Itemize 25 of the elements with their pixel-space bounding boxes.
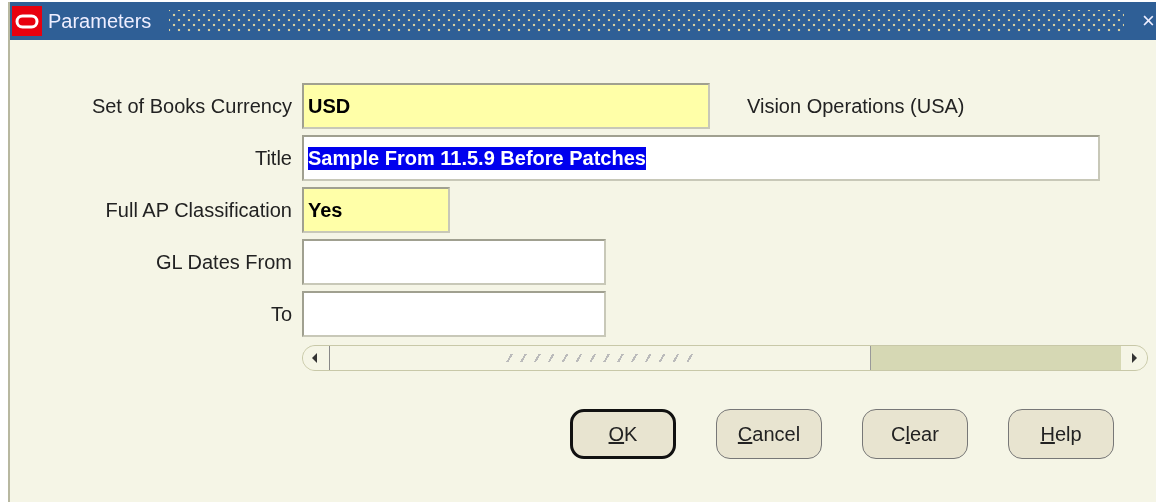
scroll-thumb[interactable] bbox=[329, 346, 871, 370]
scroll-right-icon[interactable] bbox=[1121, 346, 1147, 370]
field-value: Yes bbox=[308, 198, 343, 222]
input-field[interactable] bbox=[302, 291, 606, 337]
scroll-left-icon[interactable] bbox=[303, 346, 329, 370]
dialog-button[interactable]: Clear bbox=[862, 409, 968, 459]
field-description: Vision Operations (USA) bbox=[747, 94, 965, 118]
field-label: Set of Books Currency bbox=[91, 94, 292, 118]
input-field[interactable] bbox=[302, 239, 606, 285]
field-label: Title bbox=[254, 146, 292, 170]
field-label: To bbox=[270, 302, 292, 326]
logo-icon bbox=[12, 6, 42, 36]
field-label: GL Dates From bbox=[156, 250, 292, 274]
field-value: USD bbox=[308, 94, 351, 118]
input-field[interactable]: Yes bbox=[302, 187, 450, 233]
horizontal-scrollbar[interactable] bbox=[302, 345, 1148, 371]
dialog-button[interactable]: OK bbox=[570, 409, 676, 459]
window-title: Parameters bbox=[48, 9, 152, 33]
field-value: Sample From 11.5.9 Before Patches bbox=[308, 146, 646, 170]
field-label: Full AP Classification bbox=[105, 198, 292, 222]
close-button[interactable]: × bbox=[1142, 8, 1156, 34]
input-field[interactable]: USD bbox=[302, 83, 710, 129]
input-field[interactable]: Sample From 11.5.9 Before Patches bbox=[302, 135, 1100, 181]
dialog-button[interactable]: Cancel bbox=[716, 409, 822, 459]
dialog-button[interactable]: Help bbox=[1008, 409, 1114, 459]
